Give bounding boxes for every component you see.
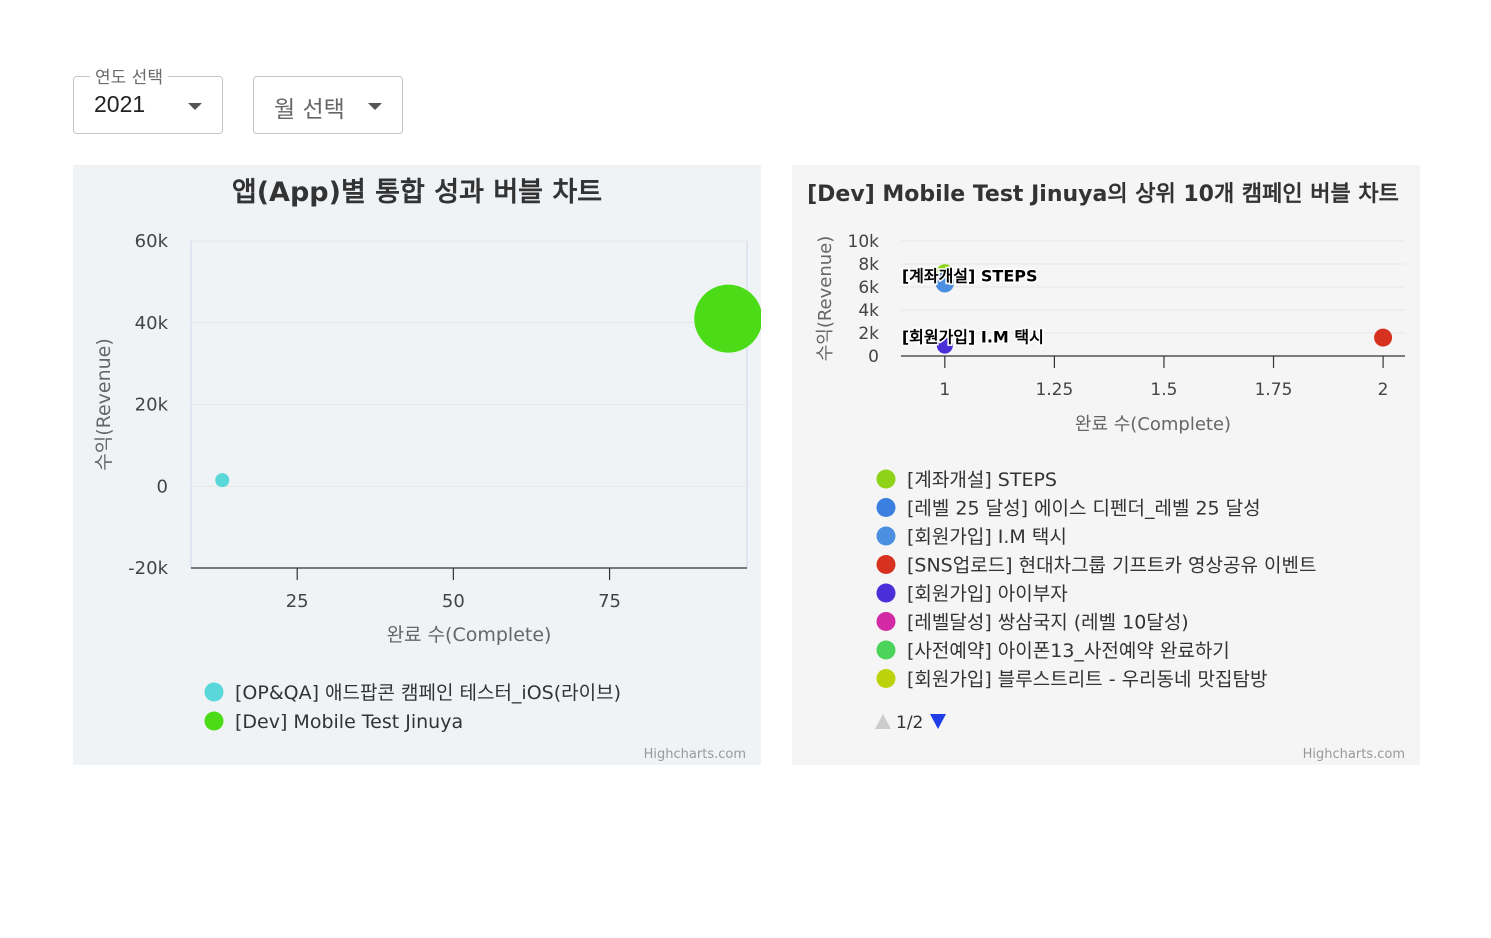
right-legend-item[interactable]: [레벨 25 달성] 에이스 디펜더_레벨 25 달성 xyxy=(907,498,1261,520)
right-legend-marker[interactable] xyxy=(876,640,896,660)
left-legend-marker[interactable] xyxy=(204,682,224,702)
left-bubble xyxy=(694,284,763,353)
left-x-tick-label: 50 xyxy=(442,591,465,612)
right-x-axis-title: 완료 수(Complete) xyxy=(1075,414,1231,435)
right-legend-item[interactable]: [회원가입] 아이부자 xyxy=(907,583,1068,605)
right-y-tick-label: 0 xyxy=(868,347,879,367)
right-legend-marker[interactable] xyxy=(876,612,896,631)
right-legend-item[interactable]: [레벨달성] 쌍삼국지 (레벨 10달성) xyxy=(907,612,1189,634)
right-x-tick-label: 1.5 xyxy=(1150,380,1177,400)
right-y-tick-label: 6k xyxy=(858,278,879,298)
right-legend-item[interactable]: [계좌개설] STEPS xyxy=(907,469,1057,491)
year-select[interactable]: 연도 선택 2021 xyxy=(73,63,223,134)
year-select-label: 연도 선택 xyxy=(90,63,168,88)
right-legend-marker[interactable] xyxy=(876,583,896,603)
left-y-tick-label: -20k xyxy=(128,558,168,579)
right-y-tick-label: 10k xyxy=(848,232,880,252)
right-legend-marker[interactable] xyxy=(876,526,896,546)
right-data-label: [계좌개설] STEPS xyxy=(902,267,1038,286)
left-y-tick-label: 0 xyxy=(157,476,168,497)
year-select-value: 2021 xyxy=(94,91,146,117)
left-credits[interactable]: Highcharts.com xyxy=(644,747,746,762)
right-legend-marker[interactable] xyxy=(876,498,896,517)
app-bubble-chart-panel: 앱(App)별 통합 성과 버블 차트 -20k 0 20k 40k 60k 25 50 75 완… xyxy=(73,165,763,765)
left-y-tick-label: 40k xyxy=(135,313,169,334)
legend-page-down-icon[interactable] xyxy=(930,714,946,729)
right-legend-item[interactable]: [회원가입] 블루스트리트 - 우리동네 맛집탐방 xyxy=(907,669,1267,691)
left-y-axis-title: 수익(Revenue) xyxy=(93,338,115,471)
right-x-tick-label: 1.75 xyxy=(1255,380,1293,400)
legend-page-up-icon[interactable] xyxy=(875,714,891,729)
right-x-tick-label: 1 xyxy=(939,380,950,400)
left-y-tick-label: 60k xyxy=(135,231,169,252)
chevron-down-icon xyxy=(188,103,202,110)
left-legend-item[interactable]: [Dev] Mobile Test Jinuya xyxy=(235,711,463,733)
right-data-label: [회원가입] I.M 택시 xyxy=(902,327,1044,346)
right-y-tick-label: 8k xyxy=(858,255,879,275)
right-legend-marker[interactable] xyxy=(876,469,896,489)
right-legend-item[interactable]: [사전예약] 아이폰13_사전예약 완료하기 xyxy=(907,640,1230,662)
chevron-down-icon xyxy=(368,103,382,110)
right-y-tick-label: 2k xyxy=(858,324,879,344)
right-chart-title: [Dev] Mobile Test Jinuya의 상위 10개 캠페인 버블 … xyxy=(807,182,1399,207)
right-credits[interactable]: Highcharts.com xyxy=(1303,747,1405,762)
left-x-tick-label: 25 xyxy=(286,591,309,612)
left-x-axis-title: 완료 수(Complete) xyxy=(387,624,552,646)
left-legend-item[interactable]: [OP&QA] 애드팝콘 캠페인 테스터_iOS(라이브) xyxy=(235,682,621,704)
left-chart-title: 앱(App)별 통합 성과 버블 차트 xyxy=(232,177,602,208)
left-x-tick-label: 75 xyxy=(598,591,621,612)
right-y-tick-label: 4k xyxy=(858,301,879,321)
right-legend-item[interactable]: [SNS업로드] 현대차그룹 기프트카 영상공유 이벤트 xyxy=(907,555,1316,577)
right-y-axis-title: 수익(Revenue) xyxy=(815,236,836,362)
right-legend-marker[interactable] xyxy=(876,555,896,574)
left-bubble xyxy=(215,473,230,488)
campaign-bubble-chart-panel: [Dev] Mobile Test Jinuya의 상위 10개 캠페인 버블 … xyxy=(792,165,1420,765)
left-y-tick-label: 20k xyxy=(135,395,169,416)
campaign-bubble-chart: [Dev] Mobile Test Jinuya의 상위 10개 캠페인 버블 … xyxy=(807,182,1405,762)
right-x-tick-label: 1.25 xyxy=(1035,380,1073,400)
month-select-placeholder: 월 선택 xyxy=(274,97,345,123)
right-x-tick-label: 2 xyxy=(1378,380,1389,400)
month-select[interactable]: 월 선택 xyxy=(253,76,403,134)
right-legend-marker[interactable] xyxy=(876,669,896,688)
left-legend-marker[interactable] xyxy=(204,711,224,731)
app-bubble-chart: 앱(App)별 통합 성과 버블 차트 -20k 0 20k 40k 60k 25 50 75 완… xyxy=(93,177,763,762)
right-bubble xyxy=(1374,328,1393,347)
legend-page-indicator: 1/2 xyxy=(896,713,923,733)
right-legend-item[interactable]: [회원가입] I.M 택시 xyxy=(907,526,1067,548)
